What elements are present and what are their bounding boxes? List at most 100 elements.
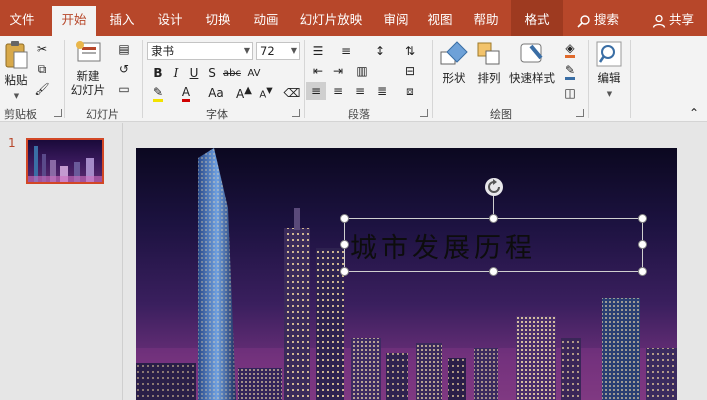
font-size-combo[interactable]: 72 ▼ xyxy=(256,42,300,60)
chevron-down-icon: ▼ xyxy=(606,90,613,98)
align-center-button[interactable]: ≡ xyxy=(328,82,348,100)
shrink-font-button[interactable]: A▼ xyxy=(256,84,276,102)
reset-button[interactable]: ↺ xyxy=(114,60,134,78)
shrink-font-icon: A▼ xyxy=(259,85,273,101)
align-center-icon: ≡ xyxy=(332,84,344,98)
align-text-button[interactable]: ⊟ xyxy=(400,62,420,80)
arrange-label: 排列 xyxy=(477,71,501,85)
editing-button[interactable]: 编辑 ▼ xyxy=(592,40,626,99)
highlighter-icon: ✎ xyxy=(152,85,164,102)
tab-slideshow[interactable]: 幻灯片放映 xyxy=(292,0,370,36)
format-painter-button[interactable]: 🖌 xyxy=(32,80,52,98)
resize-handle-sw[interactable] xyxy=(340,267,349,276)
tab-transitions[interactable]: 切换 xyxy=(196,0,240,36)
shape-fill-button[interactable]: ◈ xyxy=(560,40,580,58)
align-right-button[interactable]: ≡ xyxy=(350,82,370,100)
new-slide-button[interactable]: 新建 幻灯片 xyxy=(66,40,110,97)
italic-icon: I xyxy=(173,66,179,80)
italic-button[interactable]: I xyxy=(166,64,186,82)
tab-format[interactable]: 格式 xyxy=(511,0,563,36)
numbering-button[interactable]: ≡ xyxy=(336,42,356,60)
copy-button[interactable]: ⧉ xyxy=(32,60,52,78)
clipboard-icon xyxy=(5,41,28,69)
resize-handle-ne[interactable] xyxy=(638,214,647,223)
copy-icon: ⧉ xyxy=(37,61,47,76)
tab-help[interactable]: 帮助 xyxy=(464,0,508,36)
tab-home[interactable]: 开始 xyxy=(52,6,96,36)
paste-button[interactable]: 粘贴 ▼ xyxy=(2,40,30,101)
collapse-ribbon-button[interactable]: ⌃ xyxy=(684,104,704,122)
line-spacing-button[interactable]: ↕ xyxy=(370,42,390,60)
ribbon-tab-bar: 文件 开始 插入 设计 切换 动画 幻灯片放映 审阅 视图 帮助 格式 搜索 共… xyxy=(0,0,707,36)
shadow-button[interactable]: S xyxy=(202,64,222,82)
underline-button[interactable]: U xyxy=(184,64,204,82)
bullets-button[interactable]: ☰ xyxy=(308,42,328,60)
char-spacing-button[interactable]: AV xyxy=(244,64,264,82)
line-spacing-icon: ↕ xyxy=(374,44,386,58)
section-button[interactable]: ▭ xyxy=(114,80,134,98)
shape-outline-button[interactable]: ✎ xyxy=(560,62,580,80)
quick-styles-button[interactable]: 快速样式 xyxy=(506,40,558,85)
indent-icon: ⇥ xyxy=(332,64,344,78)
drawing-launcher[interactable] xyxy=(576,109,584,117)
clipboard-launcher[interactable] xyxy=(54,109,62,117)
grow-font-icon: A▲ xyxy=(236,85,252,101)
font-name-combo[interactable]: 隶书 ▼ xyxy=(147,42,253,60)
reset-icon: ↺ xyxy=(118,62,130,76)
change-case-button[interactable]: Aa xyxy=(206,84,226,102)
arrange-button[interactable]: 排列 xyxy=(474,40,504,85)
shapes-button[interactable]: 形状 xyxy=(436,40,472,85)
shadow-icon: S xyxy=(208,66,216,80)
resize-handle-e[interactable] xyxy=(638,240,647,249)
decrease-indent-button[interactable]: ⇤ xyxy=(308,62,328,80)
justify-button[interactable]: ≣ xyxy=(372,82,392,100)
font-color-button[interactable]: A xyxy=(176,84,196,102)
section-icon: ▭ xyxy=(118,82,130,96)
increase-indent-button[interactable]: ⇥ xyxy=(328,62,348,80)
cut-button[interactable]: ✂ xyxy=(32,40,52,58)
tab-file[interactable]: 文件 xyxy=(0,0,44,36)
drawing-group-label: 绘图 xyxy=(490,108,512,121)
divider xyxy=(304,40,305,118)
strikethrough-icon: abc xyxy=(223,67,241,79)
brush-icon: 🖌 xyxy=(34,82,50,96)
font-launcher[interactable] xyxy=(292,109,300,117)
rotate-handle-icon[interactable] xyxy=(484,177,504,197)
resize-handle-nw[interactable] xyxy=(340,214,349,223)
numbering-icon: ≡ xyxy=(340,44,352,58)
resize-handle-s[interactable] xyxy=(489,267,498,276)
slide-title[interactable]: 城市发展历程 xyxy=(350,226,640,265)
share-button[interactable]: 共享 xyxy=(643,0,703,36)
highlight-button[interactable]: ✎ xyxy=(148,84,168,102)
smartart-icon: ⧈ xyxy=(406,83,414,98)
paragraph-launcher[interactable] xyxy=(420,109,428,117)
outdent-icon: ⇤ xyxy=(312,64,324,78)
search-button[interactable]: 搜索 xyxy=(570,0,626,36)
layout-button[interactable]: ▤ xyxy=(114,40,134,58)
slides-group-label: 幻灯片 xyxy=(86,108,119,121)
search-label: 搜索 xyxy=(593,12,619,27)
resize-handle-w[interactable] xyxy=(340,240,349,249)
tab-view[interactable]: 视图 xyxy=(418,0,462,36)
shape-effects-button[interactable]: ◫ xyxy=(560,84,580,102)
text-direction-button[interactable]: ⇅ xyxy=(400,42,420,60)
tab-insert[interactable]: 插入 xyxy=(100,0,144,36)
slide-thumbnail[interactable] xyxy=(26,138,104,184)
resize-handle-se[interactable] xyxy=(638,267,647,276)
resize-handle-n[interactable] xyxy=(489,214,498,223)
strikethrough-button[interactable]: abc xyxy=(222,64,242,82)
clipboard-group-label: 剪贴板 xyxy=(4,108,37,121)
smartart-button[interactable]: ⧈ xyxy=(400,82,420,100)
clear-format-button[interactable]: ⌫ xyxy=(282,84,302,102)
tab-animations[interactable]: 动画 xyxy=(244,0,288,36)
bold-button[interactable]: B xyxy=(148,64,168,82)
columns-button[interactable]: ▥ xyxy=(352,62,372,80)
slide-canvas[interactable] xyxy=(136,148,677,400)
grow-font-button[interactable]: A▲ xyxy=(234,84,254,102)
tab-design[interactable]: 设计 xyxy=(148,0,192,36)
shapes-icon xyxy=(440,41,468,65)
align-left-button[interactable]: ≡ xyxy=(306,82,326,100)
shapes-label: 形状 xyxy=(442,71,466,85)
change-case-icon: Aa xyxy=(208,86,224,100)
tab-review[interactable]: 审阅 xyxy=(374,0,418,36)
